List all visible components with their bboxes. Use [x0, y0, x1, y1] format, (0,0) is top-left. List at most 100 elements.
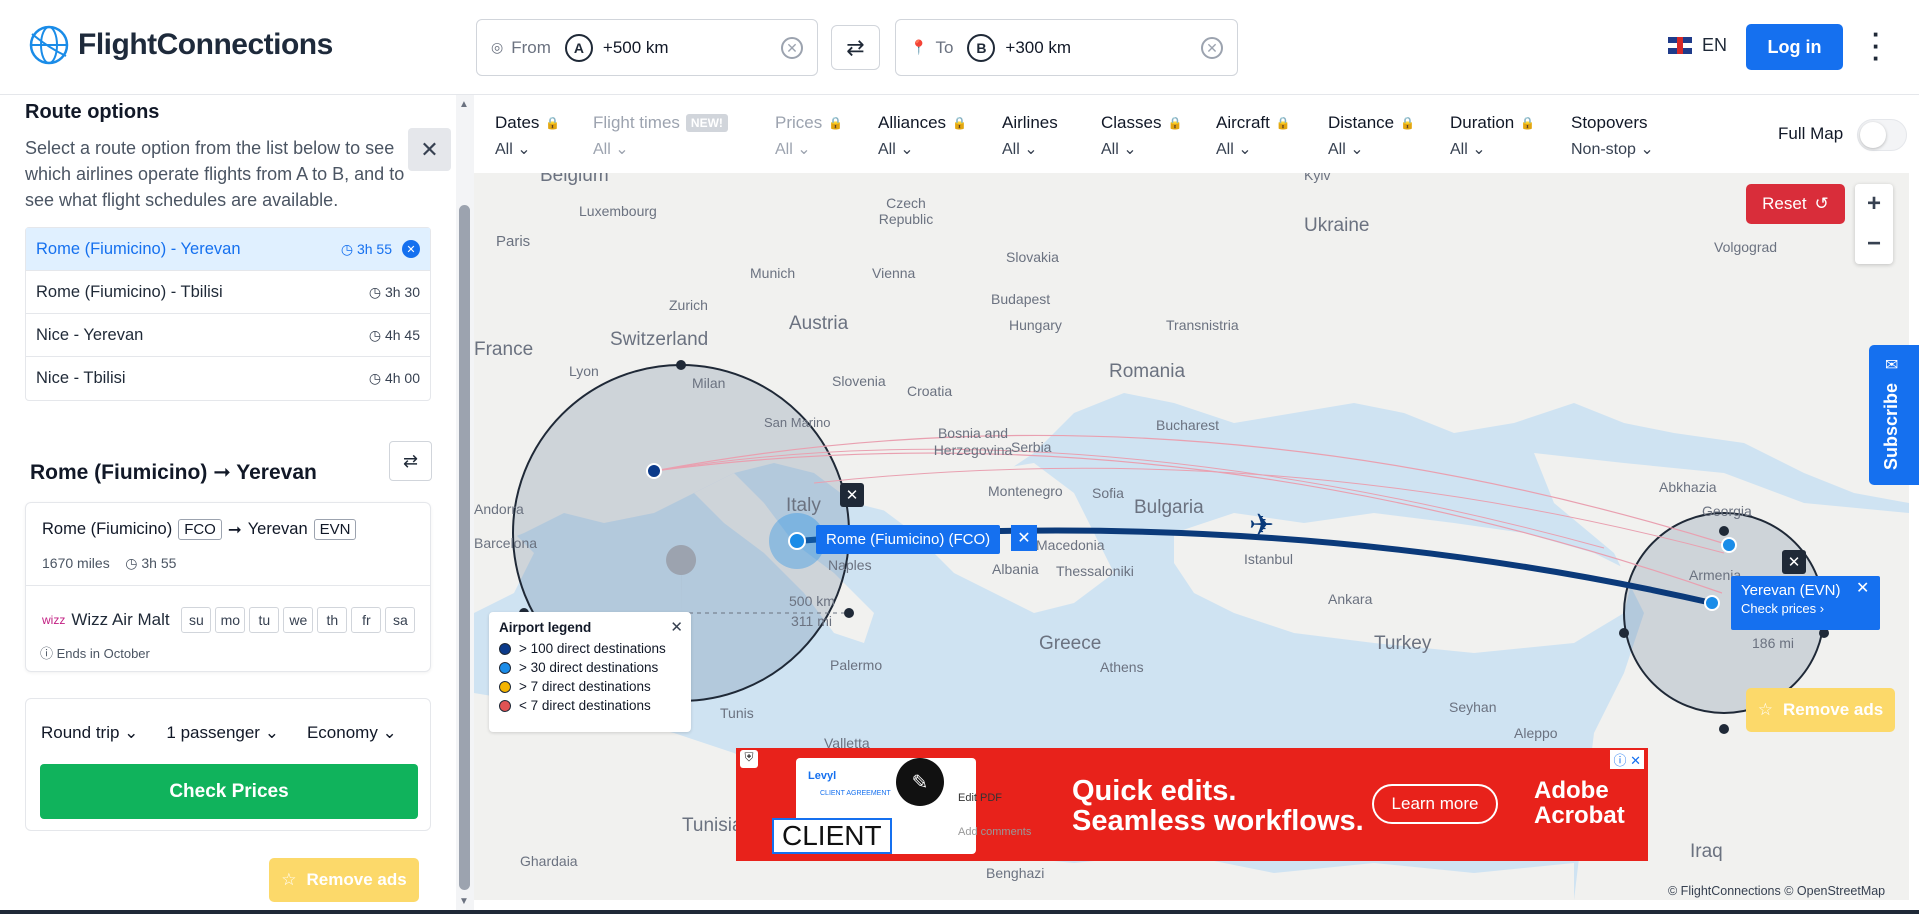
map-label: Bucharest [1156, 417, 1220, 433]
legend-row: < 7 direct destinations [499, 698, 681, 713]
swap-airports-button[interactable]: ⇄ [831, 25, 880, 70]
from-field[interactable]: ◎ From A +500 km ✕ [476, 19, 818, 76]
language-selector[interactable]: EN [1668, 35, 1727, 56]
from-letter-badge: A [564, 33, 593, 62]
close-fco-tooltip-button[interactable]: ✕ [1011, 525, 1037, 551]
route-item[interactable]: Nice - Yerevan ◷ 4h 45 [26, 314, 430, 357]
flight-card: Rome (Fiumicino) FCO ➞ Yerevan EVN 1670 … [25, 502, 431, 672]
zoom-out-button[interactable]: − [1855, 224, 1893, 264]
route-time: ◷ 4h 45 [368, 326, 420, 343]
remove-ads-button[interactable]: ☆ Remove ads [269, 858, 419, 902]
map-label: Aleppo [1514, 725, 1558, 741]
to-label: To [935, 37, 954, 57]
flight-route: Rome (Fiumicino) FCO ➞ Yerevan EVN [42, 519, 357, 540]
nice-dot [646, 463, 662, 479]
class-select[interactable]: Economy ⌄ [307, 723, 397, 743]
legend-row: > 7 direct destinations [499, 679, 681, 694]
fco-tooltip[interactable]: Rome (Fiumicino) (FCO) [816, 525, 1001, 554]
route-list: Rome (Fiumicino) - Yerevan ◷ 3h 55 ✕ Rom… [25, 227, 431, 401]
passenger-select[interactable]: 1 passenger ⌄ [166, 723, 279, 743]
reset-icon: ↺ [1814, 194, 1829, 213]
reset-button[interactable]: Reset ↺ [1746, 184, 1845, 224]
deselect-route-button[interactable]: ✕ [402, 240, 420, 258]
advertisement-banner[interactable]: Levyl CLIENT AGREEMENT ✎ Edit PDF Add co… [736, 748, 1648, 861]
radius-a-km: 500 km [789, 593, 835, 609]
filter-airlines[interactable]: Airlines All ⌄ [1002, 113, 1058, 159]
more-menu-icon[interactable]: · · · [1872, 21, 1881, 71]
filter-aircraft[interactable]: Aircraft 🔒 All ⌄ [1216, 113, 1291, 159]
weekday: mo [215, 607, 246, 633]
map-label: Hungary [1009, 317, 1062, 333]
map-label: Paris [496, 233, 531, 250]
filter-alliances[interactable]: Alliances 🔒 All ⌄ [878, 113, 967, 159]
swap-icon: ⇄ [402, 450, 419, 471]
map-label: Switzerland [610, 329, 709, 350]
filter-dates[interactable]: Dates 🔒 All ⌄ [495, 113, 560, 159]
subscribe-tab[interactable]: ✉ Subscribe [1869, 345, 1919, 485]
logo[interactable]: FlightConnections [28, 24, 333, 66]
lock-icon: 🔒 [545, 116, 561, 130]
filter-prices[interactable]: Prices 🔒 All ⌄ [775, 113, 843, 159]
full-map-label: Full Map [1778, 124, 1844, 143]
close-radius-a-button[interactable]: ✕ [840, 483, 864, 507]
map-copyright: © FlightConnections © OpenStreetMap [1668, 884, 1886, 898]
filter-classes[interactable]: Classes 🔒 All ⌄ [1101, 113, 1182, 159]
ad-info-icon[interactable]: ⓘ ✕ [1610, 750, 1644, 769]
map-label: Transnistria [1166, 317, 1239, 333]
clear-from-button[interactable]: ✕ [781, 37, 803, 59]
route-item[interactable]: Nice - Tbilisi ◷ 4h 00 [26, 357, 430, 400]
map-label: Naples [828, 557, 872, 573]
map-label: Istanbul [1244, 551, 1294, 567]
new-badge: NEW! [685, 114, 728, 132]
map-label: Lyon [569, 363, 599, 379]
ad-learn-more-button[interactable]: Learn more [1372, 784, 1498, 824]
full-map-toggle[interactable] [1857, 119, 1907, 151]
login-button[interactable]: Log in [1746, 24, 1843, 70]
legend-title: Airport legend [499, 620, 592, 635]
target-icon: ◎ [491, 39, 504, 55]
top-bar: FlightConnections ◎ From A +500 km ✕ ⇄ 📍… [0, 0, 1919, 95]
scroll-up-icon[interactable]: ▲ [459, 99, 469, 110]
language-label: EN [1702, 35, 1728, 55]
arrow-right-icon: ➞ [213, 461, 231, 484]
route-label: Nice - Yerevan [36, 325, 144, 344]
map-label: Seyhan [1449, 699, 1497, 715]
map-label: Munich [750, 265, 796, 281]
airline-name: Wizz Air Malt [71, 610, 170, 629]
schedule-note: ⓘ Ends in October [40, 646, 150, 661]
scroll-down-icon[interactable]: ▼ [459, 896, 469, 907]
lock-icon: 🔒 [828, 116, 844, 130]
weekday-list: su mo tu we th fr sa [181, 607, 416, 633]
evn-dot [1704, 595, 1720, 611]
close-evn-tooltip-button[interactable]: ✕ [1856, 578, 1869, 598]
filter-duration[interactable]: Duration 🔒 All ⌄ [1450, 113, 1535, 159]
close-radius-b-button[interactable]: ✕ [1782, 550, 1806, 574]
airline-row[interactable]: wizz Wizz Air Malt su mo tu we th fr sa [42, 607, 416, 633]
map-label: Athens [1100, 659, 1144, 675]
trip-type-select[interactable]: Round trip ⌄ [41, 723, 138, 743]
route-item-selected[interactable]: Rome (Fiumicino) - Yerevan ◷ 3h 55 ✕ [26, 228, 430, 271]
map-label: Palermo [830, 657, 883, 673]
weekday: we [283, 607, 314, 633]
booking-card: Round trip ⌄ 1 passenger ⌄ Economy ⌄ Che… [25, 698, 431, 831]
close-legend-button[interactable]: ✕ [670, 618, 683, 636]
zoom-in-button[interactable]: + [1855, 184, 1893, 224]
filter-distance[interactable]: Distance 🔒 All ⌄ [1328, 113, 1415, 159]
reverse-route-button[interactable]: ⇄ [389, 441, 432, 481]
map-remove-ads-button[interactable]: ☆ Remove ads [1746, 688, 1895, 732]
scrollbar-thumb[interactable] [459, 205, 470, 890]
map-label: Thessaloniki [1056, 563, 1134, 579]
route-time: ◷ 3h 55 [340, 240, 392, 257]
map-label: Budapest [991, 291, 1051, 307]
map-label: Benghazi [986, 865, 1045, 881]
radius-b-mi: 186 mi [1752, 635, 1795, 651]
route-item[interactable]: Rome (Fiumicino) - Tbilisi ◷ 3h 30 [26, 271, 430, 314]
map-label: Tunis [720, 705, 754, 721]
to-field[interactable]: 📍 To B +300 km ✕ [895, 19, 1238, 76]
map-label: Romania [1109, 361, 1186, 382]
filter-stopovers[interactable]: Stopovers Non-stop ⌄ [1571, 113, 1654, 159]
check-prices-button[interactable]: Check Prices [40, 764, 418, 819]
clear-to-button[interactable]: ✕ [1201, 37, 1223, 59]
ad-shield-icon: ⛨ [740, 750, 758, 768]
filter-flight-times[interactable]: Flight times NEW! All ⌄ [593, 113, 728, 159]
